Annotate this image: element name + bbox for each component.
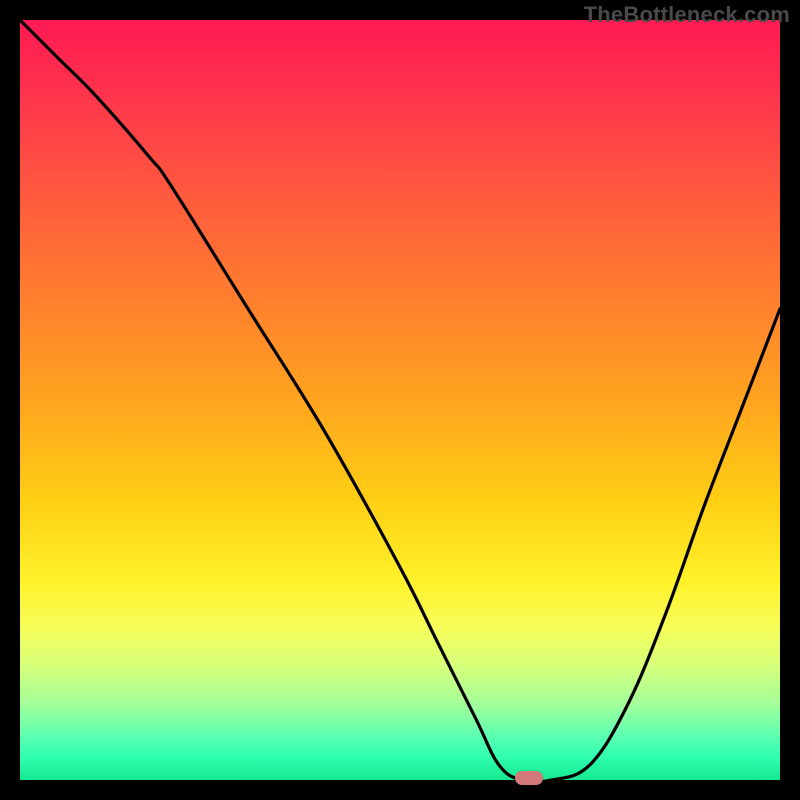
bottleneck-curve (20, 20, 780, 780)
watermark-text: TheBottleneck.com (584, 2, 790, 28)
chart-frame: TheBottleneck.com (0, 0, 800, 800)
optimal-point-marker (515, 771, 543, 785)
plot-area (20, 20, 780, 780)
